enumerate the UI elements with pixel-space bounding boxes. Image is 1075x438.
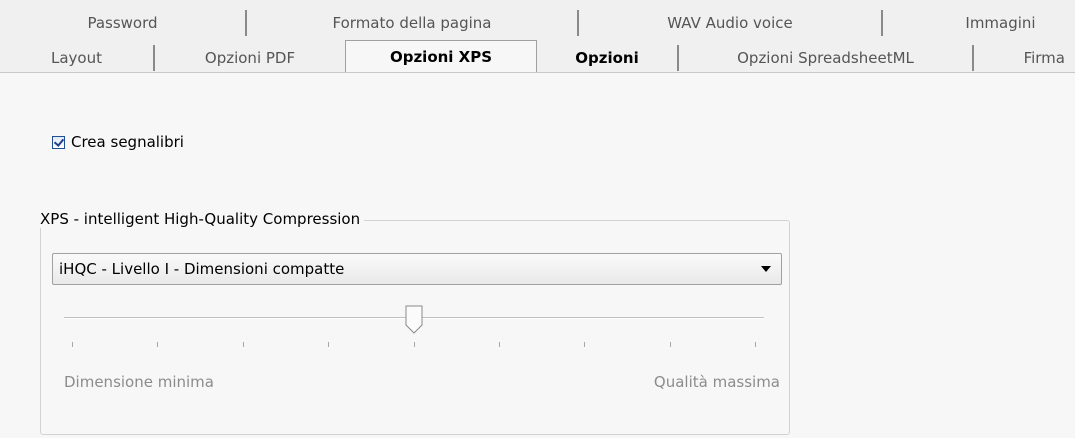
tab-label: Firma (1023, 49, 1065, 67)
min-size-label: Dimensione minima (64, 373, 214, 391)
slider-tick (72, 342, 73, 347)
tab-row-top: Password Formato della pagina WAV Audio … (0, 10, 1075, 36)
tab-layout[interactable]: Layout (0, 45, 155, 71)
tab-label: Immagini (965, 14, 1036, 32)
tab-label: Formato della pagina (332, 14, 492, 32)
tab-xps-options[interactable]: Opzioni XPS (345, 40, 537, 72)
slider-tick (669, 342, 671, 347)
tab-label: WAV Audio voice (667, 14, 793, 32)
slider-tick (413, 342, 415, 347)
slider-tick (498, 342, 500, 347)
slider-tick (157, 342, 159, 347)
quality-slider-thumb[interactable] (403, 305, 425, 335)
compression-level-select[interactable]: iHQC - Livello I - Dimensioni compatte (52, 253, 782, 285)
max-quality-label: Qualità massima (653, 373, 780, 391)
tab-label: Opzioni (575, 49, 639, 67)
tab-options[interactable]: Opzioni (537, 45, 679, 71)
tab-page-format[interactable]: Formato della pagina (247, 10, 579, 36)
bookmarks-checkbox[interactable] (52, 135, 65, 149)
compression-group-title: XPS - intelligent High-Quality Compressi… (36, 210, 365, 228)
bookmarks-option[interactable]: Crea segnalibri (52, 133, 184, 151)
tab-spreadsheetml-options[interactable]: Opzioni SpreadsheetML (679, 45, 974, 71)
tab-label: Layout (51, 49, 102, 67)
slider-tick (328, 342, 330, 347)
tab-row-bottom: Layout Opzioni PDF Opzioni XPS Opzioni O… (0, 40, 1075, 72)
bookmarks-label: Crea segnalibri (71, 133, 184, 151)
slider-tick (584, 342, 586, 347)
tab-label: Opzioni SpreadsheetML (737, 49, 914, 67)
tab-label: Opzioni PDF (204, 49, 296, 67)
slider-tick (242, 342, 244, 347)
tab-signature[interactable]: Firma (974, 45, 1075, 71)
tab-wav-audio-voice[interactable]: WAV Audio voice (579, 10, 883, 36)
compression-level-value: iHQC - Livello I - Dimensioni compatte (59, 260, 345, 278)
tab-label: Password (87, 14, 158, 32)
tab-pdf-options[interactable]: Opzioni PDF (155, 45, 347, 71)
slider-tick (755, 342, 756, 347)
tab-images[interactable]: Immagini (883, 10, 1075, 36)
dropdown-arrow-icon[interactable] (761, 266, 771, 272)
tab-label: Opzioni XPS (389, 47, 493, 66)
tab-password[interactable]: Password (0, 10, 247, 36)
